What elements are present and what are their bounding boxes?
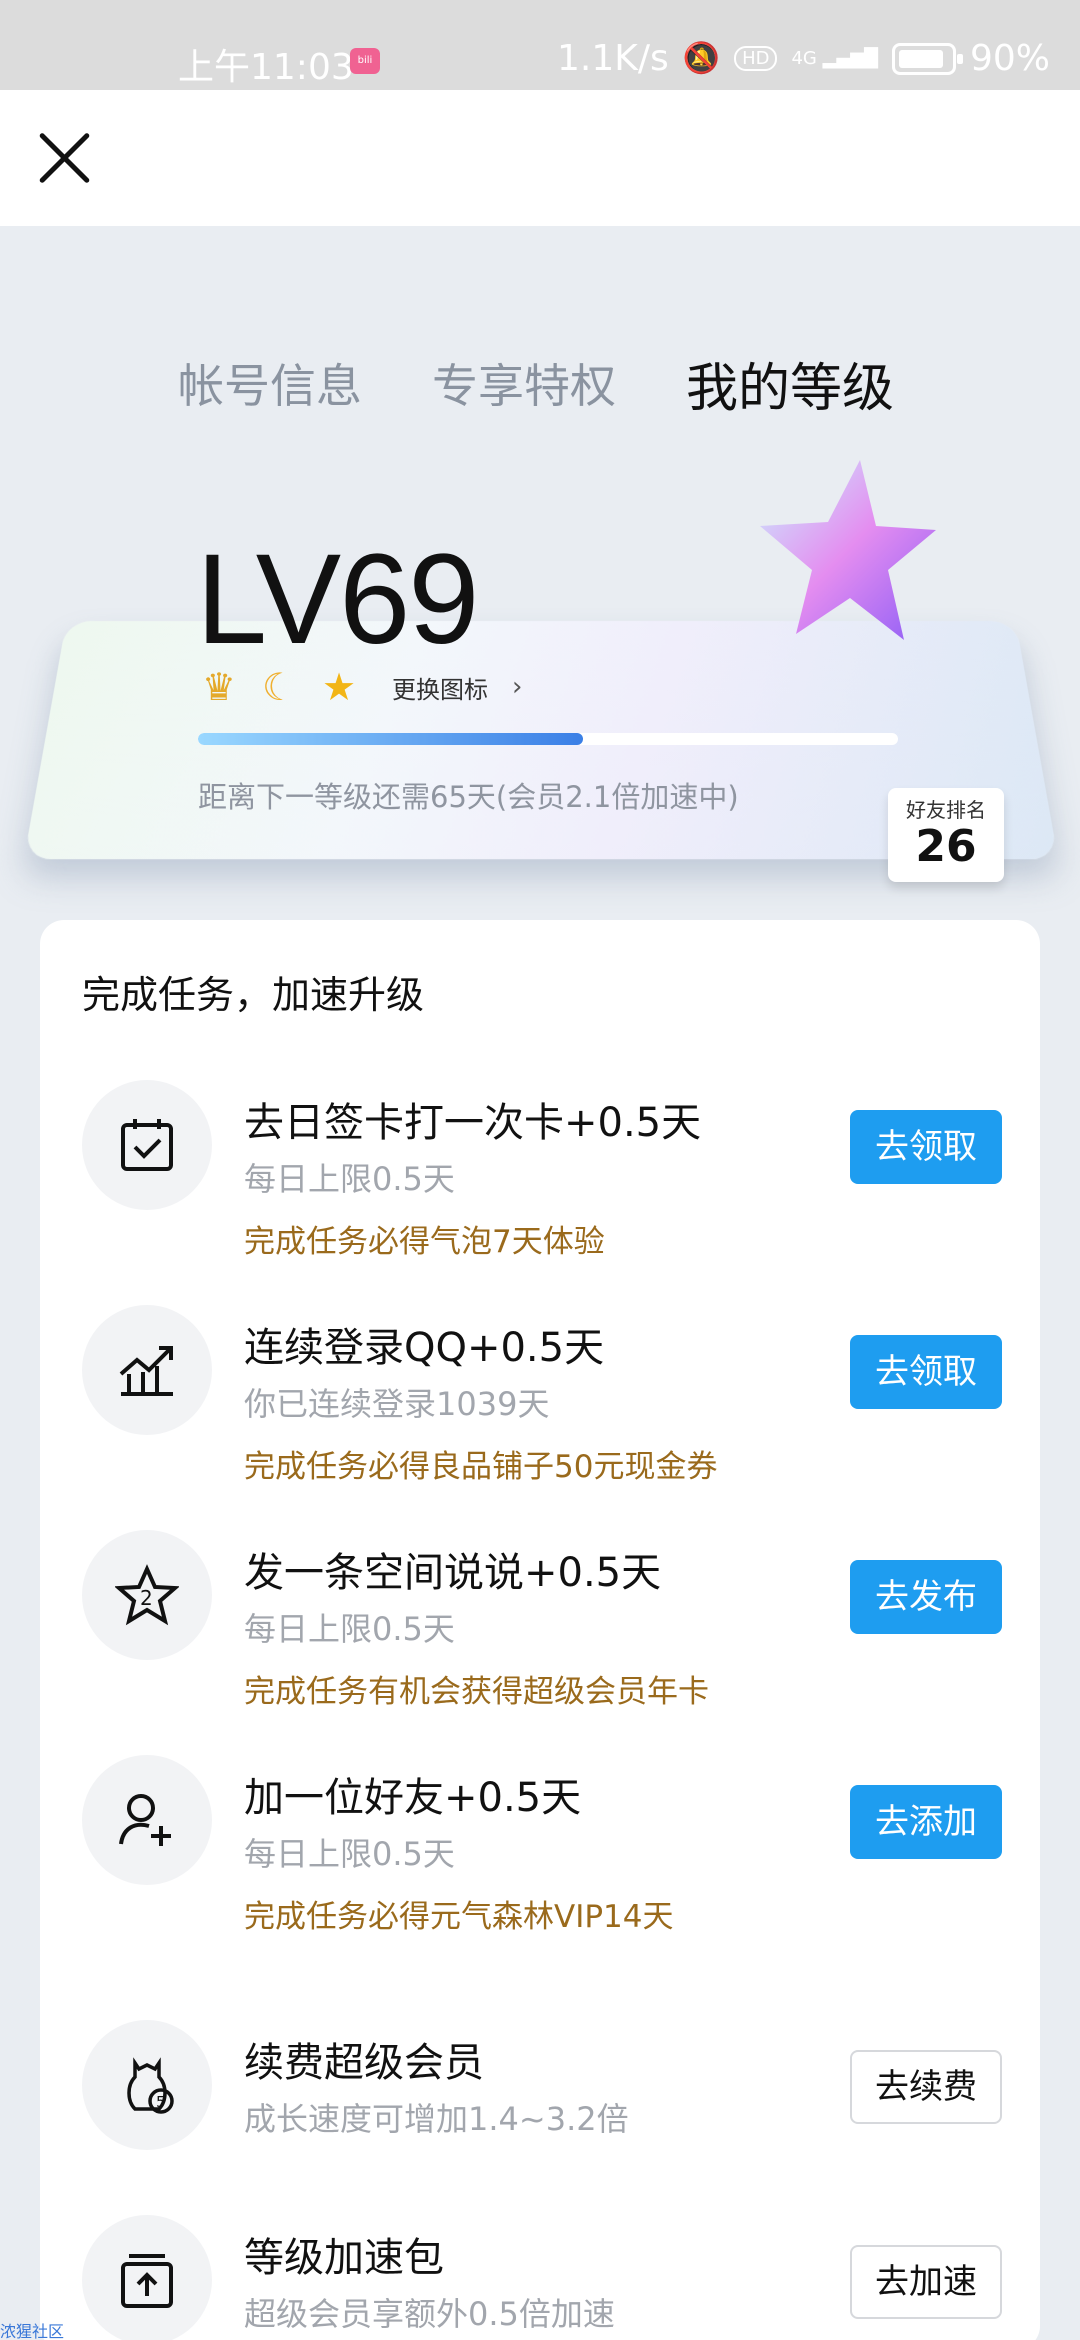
- task-action-button[interactable]: 去加速: [850, 2245, 1002, 2319]
- star-two-icon: 2: [82, 1530, 212, 1660]
- task-title: 续费超级会员: [244, 2030, 484, 2088]
- change-icon-link[interactable]: 更换图标: [392, 670, 488, 705]
- task-item: 等级加速包 超级会员享额外0.5倍加速 去加速: [40, 2215, 1040, 2340]
- friend-rank-value: 26: [888, 823, 1004, 871]
- signal-icon: 4G ▂▄▆█: [791, 48, 878, 69]
- bell-muted-icon: 🔕: [683, 41, 720, 76]
- task-subtitle: 每日上限0.5天: [244, 1604, 455, 1650]
- task-action-button[interactable]: 去续费: [850, 2050, 1002, 2124]
- task-subtitle: 每日上限0.5天: [244, 1154, 455, 1200]
- task-subtitle: 你已连续登录1039天: [244, 1379, 549, 1425]
- task-reward: 完成任务必得气泡7天体验: [244, 1216, 605, 1261]
- svg-text:5: 5: [156, 2093, 166, 2111]
- task-title: 连续登录QQ+0.5天: [244, 1315, 604, 1373]
- tab-bar: 帐号信息 专享特权 我的等级: [0, 350, 1080, 420]
- star-icon: ★: [316, 664, 362, 710]
- trend-chart-icon: [82, 1305, 212, 1435]
- penguin-coin-icon: 5: [82, 2020, 212, 2150]
- level-progress-bar: [198, 733, 898, 745]
- watermark: 浓猩社区: [0, 2318, 64, 2340]
- moon-icon: ☾: [256, 664, 302, 710]
- task-action-button[interactable]: 去添加: [850, 1785, 1002, 1859]
- task-subtitle: 超级会员享额外0.5倍加速: [244, 2289, 615, 2335]
- crown-icon: ♛: [196, 664, 242, 710]
- level-icons-row[interactable]: ♛ ☾ ★ 更换图标 ›: [196, 664, 522, 710]
- task-action-button[interactable]: 去领取: [850, 1110, 1002, 1184]
- friend-rank-label: 好友排名: [888, 794, 1004, 823]
- task-item: 加一位好友+0.5天 每日上限0.5天 完成任务必得元气森林VIP14天 去添加: [40, 1755, 1040, 1955]
- level-value: LV69: [196, 526, 477, 673]
- battery-level: 90%: [970, 38, 1050, 79]
- tasks-panel: 完成任务，加速升级 去日签卡打一次卡+0.5天 每日上限0.5天 完成任务必得气…: [40, 920, 1040, 2340]
- task-item: 连续登录QQ+0.5天 你已连续登录1039天 完成任务必得良品铺子50元现金券…: [40, 1305, 1040, 1505]
- upload-box-icon: [82, 2215, 212, 2340]
- task-item: 2 发一条空间说说+0.5天 每日上限0.5天 完成任务有机会获得超级会员年卡 …: [40, 1530, 1040, 1730]
- status-time: 上午11:03: [178, 38, 354, 90]
- task-title: 等级加速包: [244, 2225, 444, 2283]
- friend-rank-badge[interactable]: 好友排名 26: [888, 788, 1004, 882]
- top-bar: [0, 90, 1080, 226]
- chevron-right-icon: ›: [512, 672, 522, 702]
- app-notification-icon: bili: [350, 48, 380, 74]
- task-action-button[interactable]: 去发布: [850, 1560, 1002, 1634]
- status-bar: 上午11:03 bili 1.1K/s 🔕 HD 4G ▂▄▆█ 90%: [0, 0, 1080, 90]
- net-speed: 1.1K/s: [557, 38, 669, 79]
- task-item: 5 续费超级会员 成长速度可增加1.4~3.2倍 去续费: [40, 2020, 1040, 2220]
- task-action-button[interactable]: 去领取: [850, 1335, 1002, 1409]
- tab-my-level[interactable]: 我的等级: [686, 346, 894, 421]
- task-reward: 完成任务有机会获得超级会员年卡: [244, 1666, 709, 1711]
- level-progress-fill: [198, 733, 583, 745]
- tab-privileges[interactable]: 专享特权: [432, 350, 616, 416]
- close-icon[interactable]: [36, 130, 92, 186]
- level-remain-text: 距离下一等级还需65天(会员2.1倍加速中): [198, 774, 739, 816]
- calendar-check-icon: [82, 1080, 212, 1210]
- add-friend-icon: [82, 1755, 212, 1885]
- status-right: 1.1K/s 🔕 HD 4G ▂▄▆█ 90%: [557, 38, 1050, 79]
- task-title: 发一条空间说说+0.5天: [244, 1540, 661, 1598]
- battery-icon: [892, 43, 956, 75]
- task-item: 去日签卡打一次卡+0.5天 每日上限0.5天 完成任务必得气泡7天体验 去领取: [40, 1080, 1040, 1280]
- signal-label: 4G: [791, 48, 816, 69]
- svg-text:2: 2: [140, 1586, 153, 1610]
- task-title: 去日签卡打一次卡+0.5天: [244, 1090, 701, 1148]
- panel-title: 完成任务，加速升级: [82, 964, 424, 1019]
- task-title: 加一位好友+0.5天: [244, 1765, 581, 1823]
- task-reward: 完成任务必得元气森林VIP14天: [244, 1891, 674, 1936]
- tab-account-info[interactable]: 帐号信息: [178, 350, 362, 416]
- task-subtitle: 成长速度可增加1.4~3.2倍: [244, 2094, 629, 2140]
- star-decoration-icon: [740, 450, 940, 650]
- task-reward: 完成任务必得良品铺子50元现金券: [244, 1441, 717, 1486]
- task-subtitle: 每日上限0.5天: [244, 1829, 455, 1875]
- hd-badge: HD: [734, 46, 777, 71]
